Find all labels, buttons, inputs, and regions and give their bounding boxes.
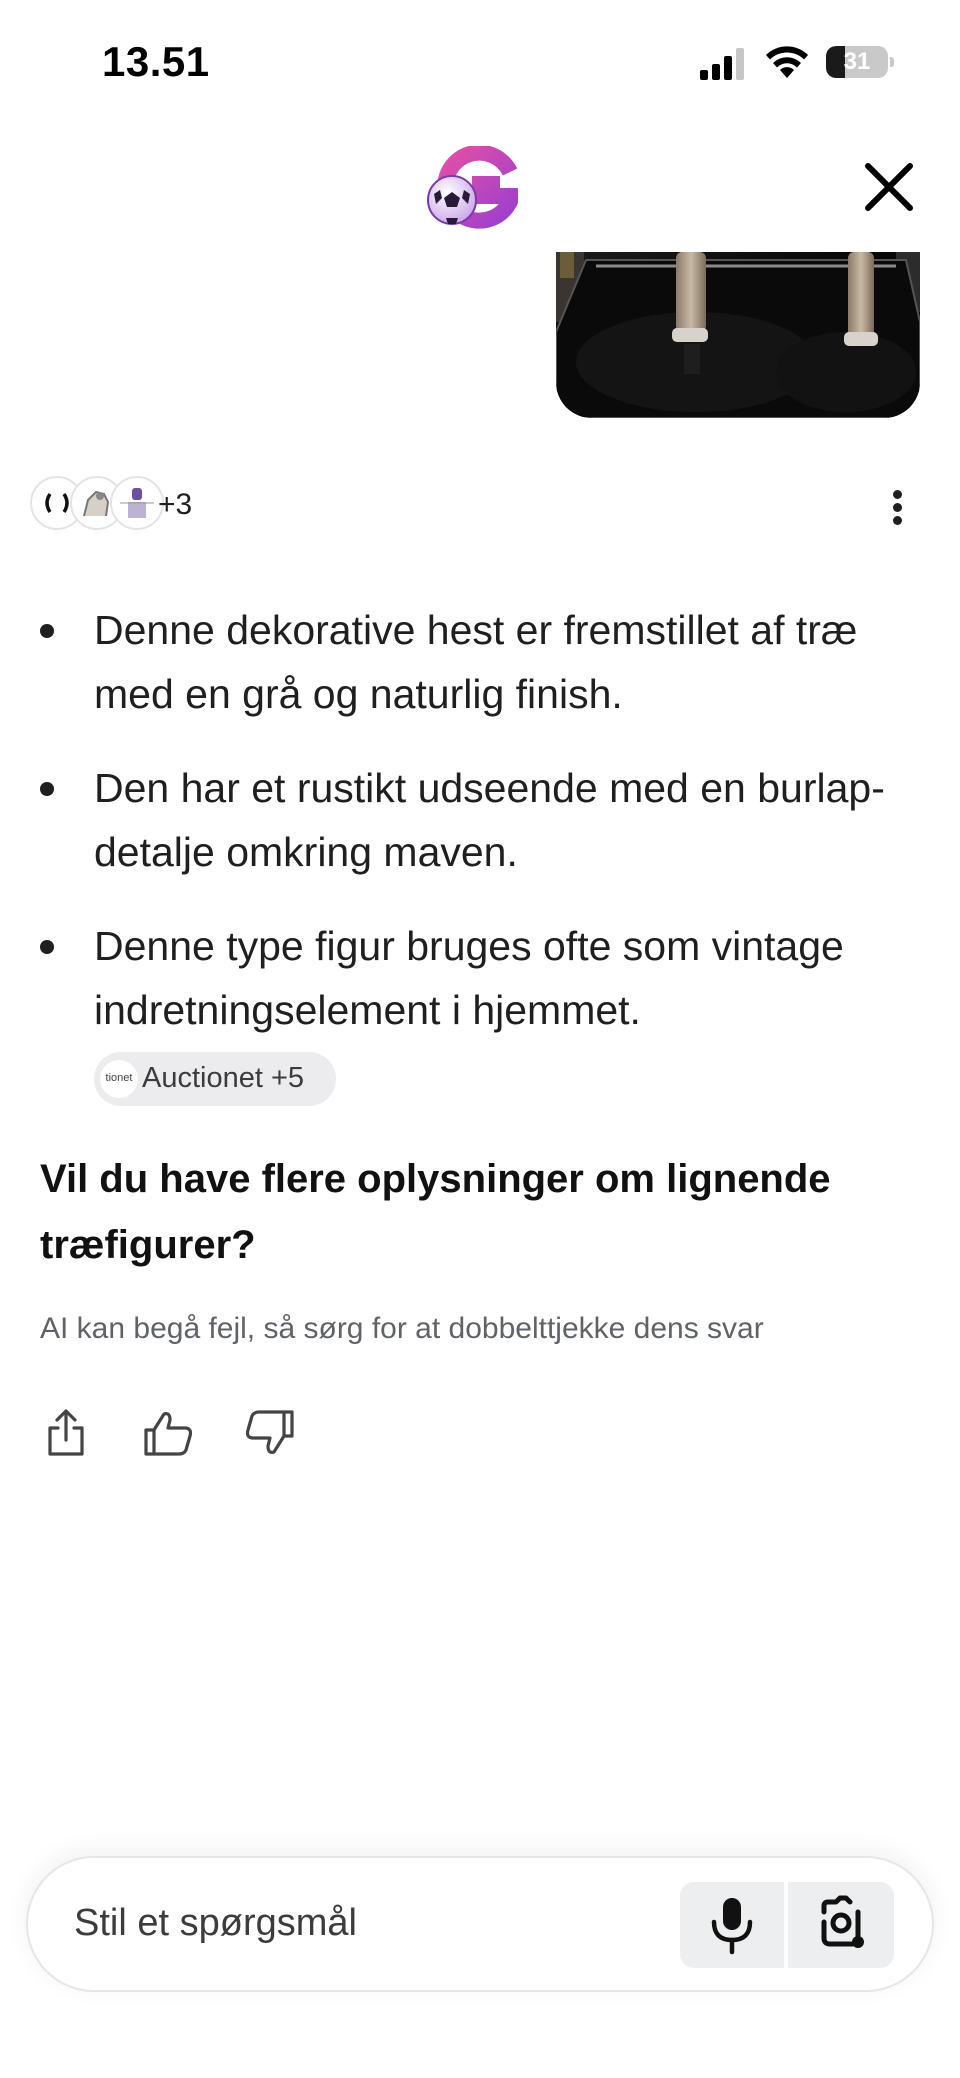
list-item: Denne type figur bruges ofte som vintage…: [40, 914, 920, 1042]
share-button[interactable]: [40, 1406, 92, 1460]
bullet-icon: [40, 940, 54, 954]
battery-level: 31: [843, 48, 871, 75]
thumbs-down-icon: [245, 1410, 294, 1454]
ask-input-bar: [26, 1856, 934, 1992]
thumbs-down-button[interactable]: [244, 1406, 296, 1460]
source-chip-auctionet[interactable]: tionet Auctionet +5: [94, 1052, 336, 1106]
thumbs-up-icon: [144, 1412, 193, 1456]
bullet-icon: [40, 624, 54, 638]
status-bar: 13.51 31: [0, 0, 960, 120]
source-chip-label: Auctionet +5: [142, 1062, 305, 1094]
close-button[interactable]: [862, 160, 916, 214]
thumbs-up-button[interactable]: [142, 1406, 194, 1460]
bullet-text: Denne type figur bruges ofte som vintage…: [94, 923, 844, 1033]
ai-disclaimer: AI kan begå fejl, så sørg for at dobbelt…: [40, 1312, 764, 1345]
follow-up-question: Vil du have flere oplysninger om lignend…: [40, 1157, 831, 1267]
bullet-icon: [40, 782, 54, 796]
feedback-actions: [40, 1406, 340, 1462]
answer-bullet-list: Denne dekorative hest er fremstillet af …: [40, 598, 920, 1042]
list-item: Den har et rustikt udseende med en burla…: [40, 756, 920, 884]
ask-input[interactable]: [74, 1902, 674, 1945]
horse-legs-photo: [556, 252, 920, 418]
google-lens-icon: [821, 1895, 864, 1948]
sources-more-count: +3: [158, 488, 193, 521]
sources-row[interactable]: +3: [30, 476, 330, 534]
mic-button[interactable]: [680, 1882, 784, 1968]
battery-icon: 31: [826, 46, 894, 78]
source-avatar-3: [110, 476, 164, 530]
cellular-signal-icon: [700, 48, 744, 80]
close-icon: [865, 163, 913, 211]
wifi-icon: [766, 46, 808, 78]
figure-thumbnail-icon: [120, 488, 154, 518]
share-icon: [48, 1409, 84, 1456]
bullet-text: Den har et rustikt udseende med en burla…: [94, 765, 885, 875]
mic-icon: [711, 1898, 753, 1955]
auctionet-logo-icon: tionet: [100, 1060, 138, 1098]
lens-camera-button[interactable]: [788, 1882, 894, 1968]
query-image[interactable]: [556, 252, 920, 418]
status-time: 13.51: [102, 38, 210, 85]
google-g-football-icon: [427, 146, 518, 229]
more-options-button[interactable]: [878, 486, 918, 530]
bullet-text: Denne dekorative hest er fremstillet af …: [94, 607, 858, 717]
list-item: Denne dekorative hest er fremstillet af …: [40, 598, 920, 726]
